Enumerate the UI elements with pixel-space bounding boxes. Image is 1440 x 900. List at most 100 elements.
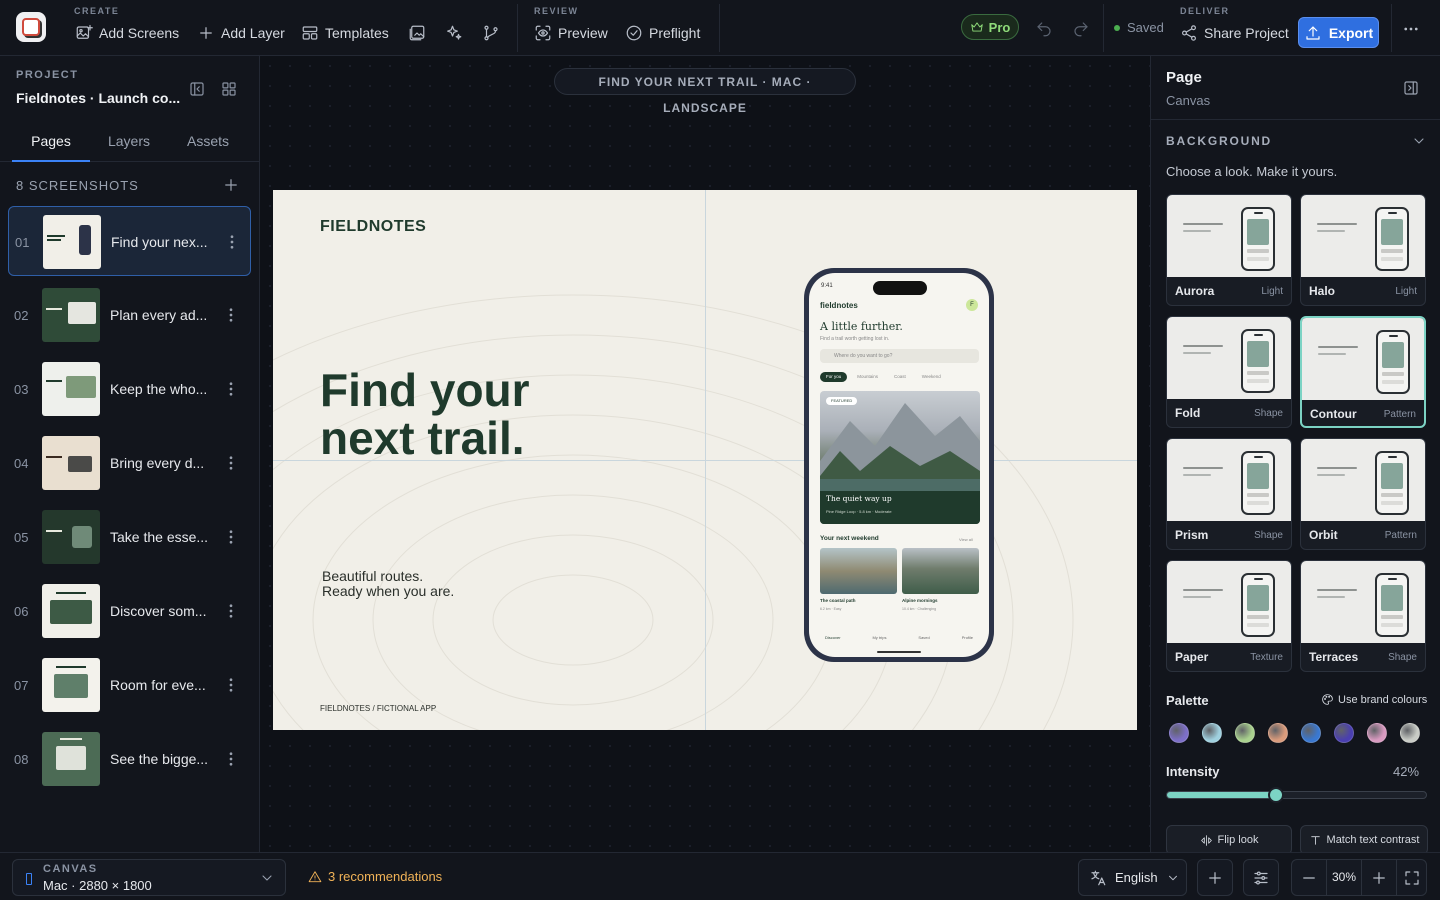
screenshot-item[interactable]: 04 Bring every d... xyxy=(8,428,251,498)
expand-icon xyxy=(1403,869,1421,887)
fit-screen-button[interactable] xyxy=(1396,860,1426,895)
project-name[interactable]: Fieldnotes · Launch co... xyxy=(16,90,184,106)
artboard-brand[interactable]: FIELDNOTES xyxy=(320,218,426,236)
export-button[interactable]: Export xyxy=(1298,17,1379,48)
zoom-in-button[interactable] xyxy=(1362,860,1396,895)
background-look-orbit[interactable]: Orbit Pattern xyxy=(1300,438,1426,550)
artboard-title-pill: FIND YOUR NEXT TRAIL · MAC · LANDSCAPE xyxy=(554,68,856,115)
screenshot-item[interactable]: 01 Find your nex... xyxy=(8,206,251,276)
more-vertical-icon[interactable] xyxy=(222,528,240,546)
palette-swatch[interactable] xyxy=(1334,723,1354,743)
language-select[interactable]: English xyxy=(1078,859,1187,896)
tab-pages[interactable]: Pages xyxy=(12,120,90,162)
design-canvas[interactable]: FIND YOUR NEXT TRAIL · MAC · LANDSCAPE F… xyxy=(260,56,1150,852)
use-brand-colours-button[interactable]: Use brand colours xyxy=(1321,693,1427,706)
palette-swatch[interactable] xyxy=(1400,723,1420,743)
pro-badge[interactable]: Pro xyxy=(961,14,1019,40)
more-menu-button[interactable] xyxy=(1402,18,1420,40)
preview-label: Preview xyxy=(558,25,608,41)
app-logo[interactable] xyxy=(16,12,46,42)
artboard[interactable]: FIELDNOTES Find your next trail. Beautif… xyxy=(273,190,1137,730)
background-look-fold[interactable]: Fold Shape xyxy=(1166,316,1292,428)
look-type: Shape xyxy=(1388,652,1417,663)
screenshot-item[interactable]: 07 Room for eve... xyxy=(8,650,251,720)
add-screenshot-icon[interactable] xyxy=(222,176,240,194)
background-look-aurora[interactable]: Aurora Light xyxy=(1166,194,1292,306)
screenshot-item[interactable]: 02 Plan every ad... xyxy=(8,280,251,350)
more-vertical-icon[interactable] xyxy=(222,676,240,694)
ai-magic-button[interactable] xyxy=(445,22,463,44)
palette-swatch[interactable] xyxy=(1268,723,1288,743)
phone-home-indicator xyxy=(877,651,921,653)
screenshot-thumbnail xyxy=(42,658,100,712)
palette-swatch[interactable] xyxy=(1169,723,1189,743)
intensity-slider[interactable] xyxy=(1166,787,1427,803)
look-name: Paper xyxy=(1175,650,1209,664)
screenshot-item[interactable]: 06 Discover som... xyxy=(8,576,251,646)
artboard-headline[interactable]: Find your next trail. xyxy=(320,366,580,462)
screenshot-item[interactable]: 05 Take the esse... xyxy=(8,502,251,572)
collapse-panel-icon[interactable] xyxy=(1402,79,1420,97)
add-screens-button[interactable]: Add Screens xyxy=(75,22,179,44)
phone-preview-icon xyxy=(1375,451,1409,515)
add-layer-button[interactable]: Add Layer xyxy=(197,22,285,44)
artboard-footer[interactable]: FIELDNOTES / FICTIONAL APP xyxy=(320,704,436,713)
preflight-button[interactable]: Preflight xyxy=(625,22,700,44)
screenshot-thumbnail xyxy=(42,288,100,342)
background-look-halo[interactable]: Halo Light xyxy=(1300,194,1426,306)
more-vertical-icon[interactable] xyxy=(222,306,240,324)
more-vertical-icon[interactable] xyxy=(222,750,240,768)
inspector-divider xyxy=(1151,119,1440,120)
screenshot-item[interactable]: 03 Keep the who... xyxy=(8,354,251,424)
flip-look-button[interactable]: Flip look xyxy=(1166,825,1292,855)
slider-fill xyxy=(1167,792,1276,798)
chevron-down-icon[interactable] xyxy=(1411,133,1427,149)
branch-button[interactable] xyxy=(482,22,500,44)
zoom-control: 30% xyxy=(1291,859,1427,896)
palette-label: Palette xyxy=(1166,693,1209,708)
media-button[interactable] xyxy=(408,22,426,44)
grid-view-icon[interactable] xyxy=(220,80,238,98)
preview-button[interactable]: Preview xyxy=(534,22,608,44)
screenshot-item[interactable]: 08 See the bigge... xyxy=(8,724,251,794)
zoom-out-button[interactable] xyxy=(1292,860,1326,895)
inspector-title: Page xyxy=(1166,69,1202,86)
add-language-button[interactable] xyxy=(1197,859,1233,896)
tab-assets[interactable]: Assets xyxy=(168,120,248,162)
phone-card-meta: 10.4 km · Challenging xyxy=(902,607,937,611)
canvas-select-value: Mac · 2880 × 1800 xyxy=(43,878,152,893)
more-vertical-icon[interactable] xyxy=(223,233,241,251)
more-vertical-icon[interactable] xyxy=(222,454,240,472)
palette-swatch[interactable] xyxy=(1367,723,1387,743)
recommendations-link[interactable]: 3 recommendations xyxy=(308,869,442,884)
palette-swatch[interactable] xyxy=(1202,723,1222,743)
look-type: Pattern xyxy=(1383,409,1416,420)
phone-brand: fieldnotes xyxy=(820,301,858,310)
undo-button[interactable] xyxy=(1035,18,1053,40)
background-look-contour[interactable]: Contour Pattern xyxy=(1300,316,1426,428)
palette-swatch[interactable] xyxy=(1235,723,1255,743)
background-look-paper[interactable]: Paper Texture xyxy=(1166,560,1292,672)
background-section-header[interactable]: BACKGROUND xyxy=(1166,134,1272,148)
phone-mockup[interactable]: 9:41 fieldnotes F A little further. Find… xyxy=(804,268,994,662)
adjustments-button[interactable] xyxy=(1243,859,1279,896)
background-look-terraces[interactable]: Terraces Shape xyxy=(1300,560,1426,672)
artboard-subheadline[interactable]: Beautiful routes. Ready when you are. xyxy=(322,569,542,599)
collapse-sidebar-icon[interactable] xyxy=(188,80,206,98)
tab-layers[interactable]: Layers xyxy=(90,120,168,162)
background-look-prism[interactable]: Prism Shape xyxy=(1166,438,1292,550)
canvas-size-select[interactable]: CANVAS Mac · 2880 × 1800 xyxy=(12,859,286,896)
zoom-value[interactable]: 30% xyxy=(1326,860,1362,895)
slider-handle[interactable] xyxy=(1267,787,1284,803)
redo-button[interactable] xyxy=(1072,18,1090,40)
more-vertical-icon[interactable] xyxy=(222,380,240,398)
look-preview xyxy=(1167,439,1291,521)
share-project-button[interactable]: Share Project xyxy=(1180,22,1289,44)
look-preview xyxy=(1167,561,1291,643)
more-vertical-icon[interactable] xyxy=(222,602,240,620)
templates-button[interactable]: Templates xyxy=(301,22,389,44)
palette-swatch[interactable] xyxy=(1301,723,1321,743)
inspector-subtitle: Canvas xyxy=(1166,93,1211,108)
phone-card-title: Alpine mornings xyxy=(902,598,938,603)
match-text-contrast-button[interactable]: Match text contrast xyxy=(1300,825,1428,855)
